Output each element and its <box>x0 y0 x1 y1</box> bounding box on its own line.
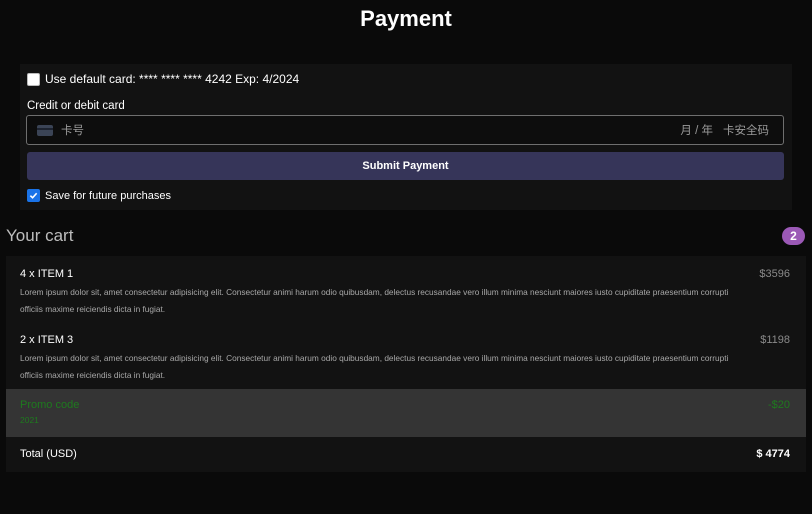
cart-count-badge: 2 <box>782 227 805 245</box>
payment-form: Use default card: **** **** **** 4242 Ex… <box>20 64 792 210</box>
checkmark-icon <box>29 192 38 199</box>
submit-payment-button[interactable]: Submit Payment <box>27 152 784 180</box>
cart-item-name: 2 x ITEM 3 <box>20 334 74 346</box>
promo-code-row: Promo code 2021 -$20 <box>6 389 806 437</box>
card-field-label: Credit or debit card <box>27 100 125 112</box>
credit-card-icon <box>37 124 53 136</box>
default-card-checkbox[interactable] <box>27 72 40 86</box>
card-cvc-input[interactable]: 卡安全码 <box>723 122 769 138</box>
card-input-field[interactable]: 卡号 月 / 年 卡安全码 <box>26 115 784 145</box>
cart-item-name: 4 x ITEM 1 <box>20 268 74 280</box>
default-card-label: Use default card: **** **** **** 4242 Ex… <box>45 72 300 86</box>
page-title: Payment <box>360 6 452 31</box>
cart-item-description: Lorem ipsum dolor sit, amet consectetur … <box>20 287 729 314</box>
cart-item: 2 x ITEM 3 $1198 Lorem ipsum dolor sit, … <box>6 322 806 382</box>
total-value: $ 4774 <box>756 448 790 460</box>
save-card-option[interactable]: Save for future purchases <box>27 189 171 202</box>
promo-code-value: 2021 <box>20 415 39 425</box>
card-number-input[interactable]: 卡号 <box>61 122 680 138</box>
save-card-checkbox[interactable] <box>27 189 40 202</box>
cart-item-price: $1198 <box>760 334 790 346</box>
save-card-label: Save for future purchases <box>45 189 171 202</box>
cart-item-price: $3596 <box>759 268 790 280</box>
cart-item-description: Lorem ipsum dolor sit, amet consectetur … <box>20 353 729 380</box>
promo-discount: -$20 <box>767 399 790 411</box>
card-expiry-input[interactable]: 月 / 年 <box>680 122 713 138</box>
cart-item: 4 x ITEM 1 $3596 Lorem ipsum dolor sit, … <box>6 256 806 316</box>
cart-list: 4 x ITEM 1 $3596 Lorem ipsum dolor sit, … <box>6 256 806 472</box>
total-label: Total (USD) <box>20 448 77 460</box>
cart-title: Your cart <box>6 226 74 245</box>
promo-label: Promo code <box>20 399 80 411</box>
total-row: Total (USD) $ 4774 <box>6 437 806 472</box>
default-card-option[interactable]: Use default card: **** **** **** 4242 Ex… <box>27 72 299 86</box>
